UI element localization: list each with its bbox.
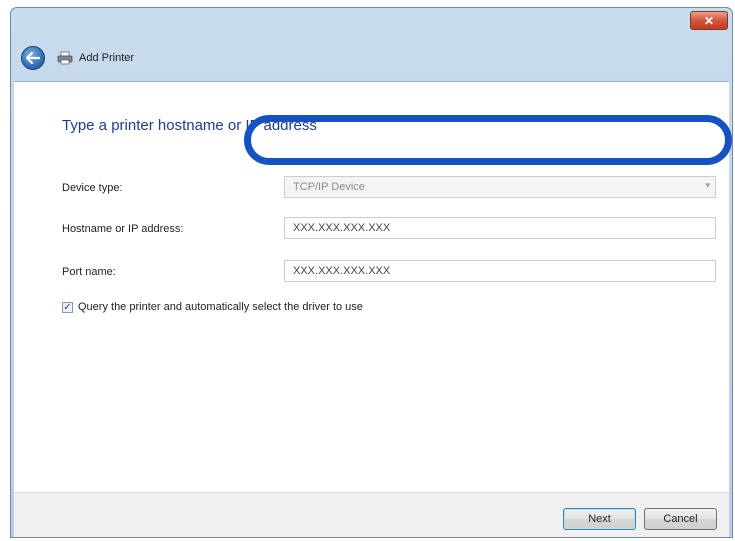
close-icon: ✕ <box>703 13 715 28</box>
hostname-label: Hostname or IP address: <box>62 223 184 235</box>
next-button[interactable]: Next <box>563 508 636 530</box>
window-title: Add Printer <box>79 52 135 64</box>
hostname-value: XXX.XXX.XXX.XXX <box>293 222 391 234</box>
cancel-button[interactable]: Cancel <box>644 508 717 530</box>
close-button[interactable]: ✕ <box>690 11 728 30</box>
hostname-highlight-callout <box>244 115 732 165</box>
hostname-input[interactable]: XXX.XXX.XXX.XXX <box>284 217 716 239</box>
printer-icon <box>57 51 73 65</box>
add-printer-dialog: ✕ Add Printer Type a printer hostname or… <box>10 7 733 538</box>
query-printer-option[interactable]: ✓ Query the printer and automatically se… <box>62 301 363 313</box>
button-bar: Next Cancel <box>14 492 729 537</box>
query-printer-checkbox[interactable]: ✓ <box>62 301 73 313</box>
back-arrow-icon <box>26 52 40 64</box>
port-name-input[interactable]: XXX.XXX.XXX.XXX <box>284 260 716 282</box>
device-type-label: Device type: <box>62 182 123 194</box>
device-type-select[interactable]: TCP/IP Device ▾ <box>284 176 716 198</box>
port-name-value: XXX.XXX.XXX.XXX <box>293 265 391 277</box>
back-button[interactable] <box>21 46 45 70</box>
device-type-value: TCP/IP Device <box>293 181 365 193</box>
query-printer-label: Query the printer and automatically sele… <box>78 301 363 313</box>
title-bar: Add Printer <box>11 42 732 74</box>
chevron-down-icon: ▾ <box>705 180 710 190</box>
port-name-label: Port name: <box>62 266 116 278</box>
